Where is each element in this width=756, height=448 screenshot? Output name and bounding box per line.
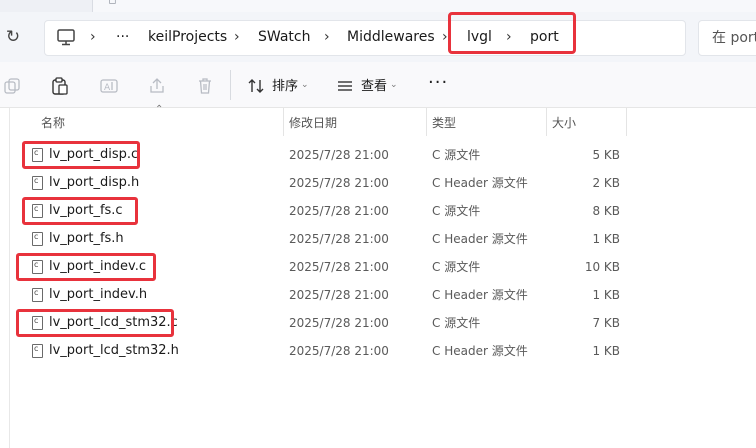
breadcrumb-separator: › <box>442 29 448 45</box>
file-name[interactable]: lv_port_indev.h <box>49 286 147 304</box>
breadcrumb-overflow[interactable]: ··· <box>116 27 129 47</box>
file-date: 2025/7/28 21:00 <box>289 204 389 218</box>
refresh-icon[interactable]: ↻ <box>4 26 22 48</box>
column-divider[interactable] <box>283 108 284 136</box>
column-header-size[interactable]: 大小 <box>552 115 576 131</box>
file-date: 2025/7/28 21:00 <box>289 148 389 162</box>
breadcrumb-middlewares[interactable]: Middlewares <box>347 27 435 47</box>
more-options-button[interactable]: ··· <box>428 72 448 93</box>
column-divider[interactable] <box>626 108 627 136</box>
view-button[interactable]: 查看 <box>361 78 387 96</box>
file-date: 2025/7/28 21:00 <box>289 176 389 190</box>
toolbar-border <box>0 107 756 108</box>
file-type: C 源文件 <box>432 316 481 330</box>
column-header-type[interactable]: 类型 <box>432 115 456 131</box>
file-size: 1 KB <box>592 344 620 358</box>
view-icon[interactable] <box>335 76 355 96</box>
chevron-down-icon[interactable]: ⌄ <box>301 80 309 90</box>
search-placeholder: 在 port <box>712 30 756 46</box>
file-type: C Header 源文件 <box>432 232 528 246</box>
file-date: 2025/7/28 21:00 <box>289 316 389 330</box>
share-icon[interactable] <box>147 76 167 96</box>
file-highlight-box <box>16 253 156 281</box>
c-file-icon <box>32 344 43 358</box>
file-date: 2025/7/28 21:00 <box>289 288 389 302</box>
file-highlight-box <box>16 309 174 337</box>
file-type: C 源文件 <box>432 148 481 162</box>
active-tab[interactable] <box>92 0 756 12</box>
sort-button[interactable]: 排序 <box>272 78 298 96</box>
breadcrumb-separator: › <box>234 29 240 45</box>
c-file-icon <box>32 176 43 190</box>
file-date: 2025/7/28 21:00 <box>289 344 389 358</box>
copy-icon[interactable] <box>2 76 22 96</box>
breadcrumb-keilprojects[interactable]: keilProjects <box>148 27 227 47</box>
path-highlight-box <box>448 12 576 54</box>
this-pc-icon[interactable] <box>56 28 76 46</box>
file-name[interactable]: lv_port_disp.h <box>49 174 139 192</box>
file-size: 1 KB <box>592 288 620 302</box>
c-file-icon <box>32 232 43 246</box>
file-type: C Header 源文件 <box>432 288 528 302</box>
file-size: 5 KB <box>592 148 620 162</box>
file-type: C Header 源文件 <box>432 176 528 190</box>
breadcrumb-separator: › <box>90 29 96 45</box>
svg-text:A: A <box>104 83 111 93</box>
tab-icon: ▫ <box>108 0 117 8</box>
file-name[interactable]: lv_port_lcd_stm32.h <box>49 342 179 360</box>
file-size: 1 KB <box>592 232 620 246</box>
column-divider[interactable] <box>426 108 427 136</box>
sort-icon[interactable] <box>246 76 266 96</box>
delete-icon[interactable] <box>195 76 215 96</box>
file-name[interactable]: lv_port_fs.h <box>49 230 124 248</box>
file-size: 7 KB <box>592 316 620 330</box>
c-file-icon <box>32 288 43 302</box>
file-type: C 源文件 <box>432 260 481 274</box>
column-header-date[interactable]: 修改日期 <box>289 115 337 131</box>
file-highlight-box <box>22 141 140 169</box>
sort-caret-icon: ⌃ <box>155 104 164 115</box>
rename-icon[interactable]: A <box>99 76 119 96</box>
paste-icon[interactable] <box>50 76 70 96</box>
breadcrumb-swatch[interactable]: SWatch <box>258 27 310 47</box>
file-size: 8 KB <box>592 204 620 218</box>
column-divider[interactable] <box>546 108 547 136</box>
file-size: 2 KB <box>592 176 620 190</box>
column-header-name[interactable]: 名称 <box>41 115 65 131</box>
file-size: 10 KB <box>584 260 620 274</box>
file-type: C Header 源文件 <box>432 344 528 358</box>
chevron-down-icon[interactable]: ⌄ <box>390 80 398 90</box>
toolbar-divider <box>230 70 231 100</box>
file-highlight-box <box>22 197 138 225</box>
breadcrumb-separator: › <box>324 29 330 45</box>
file-date: 2025/7/28 21:00 <box>289 232 389 246</box>
file-type: C 源文件 <box>432 204 481 218</box>
pane-divider <box>9 108 10 448</box>
file-date: 2025/7/28 21:00 <box>289 260 389 274</box>
